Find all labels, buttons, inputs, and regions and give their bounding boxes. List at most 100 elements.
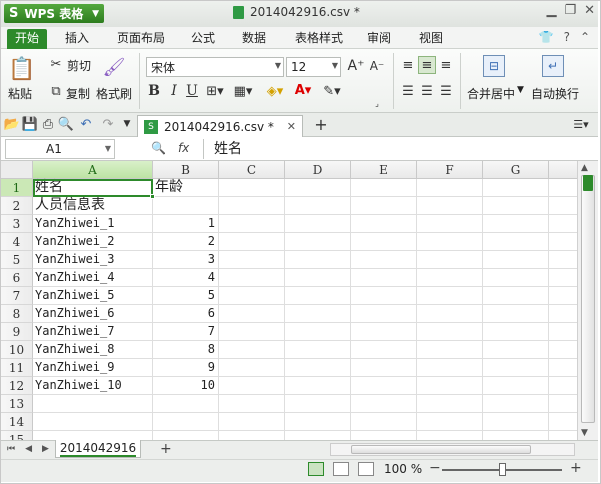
table-cell[interactable] <box>219 323 285 341</box>
tab-insert[interactable]: 插入 <box>57 29 97 49</box>
table-cell[interactable] <box>351 179 417 197</box>
table-cell[interactable]: YanZhiwei_4 <box>33 269 153 287</box>
table-cell[interactable] <box>351 233 417 251</box>
row-header[interactable]: 15 <box>1 431 33 440</box>
table-cell[interactable]: 5 <box>153 287 219 305</box>
table-cell[interactable] <box>285 287 351 305</box>
table-cell[interactable] <box>417 341 483 359</box>
row-header[interactable]: 12 <box>1 377 33 395</box>
horizontal-scrollbar[interactable] <box>330 443 575 456</box>
table-cell[interactable] <box>219 413 285 431</box>
wrap-text-icon[interactable]: ↵ <box>542 55 564 77</box>
copy-icon[interactable]: ⧉ <box>49 84 63 99</box>
table-cell[interactable] <box>33 413 153 431</box>
spreadsheet-grid[interactable]: A B C D E F G 1 姓名 年龄 2 人员信息表 3 YanZhiwei_1 1 4 YanZhiwe… <box>1 161 577 440</box>
table-cell[interactable]: YanZhiwei_9 <box>33 359 153 377</box>
table-cell[interactable] <box>285 395 351 413</box>
underline-button[interactable]: U <box>185 83 199 99</box>
tab-review[interactable]: 审阅 <box>359 29 399 49</box>
table-cell[interactable] <box>351 431 417 440</box>
table-cell[interactable]: 10 <box>153 377 219 395</box>
column-header-c[interactable]: C <box>219 161 285 179</box>
bold-button[interactable]: B <box>147 83 161 99</box>
table-cell[interactable] <box>417 233 483 251</box>
save-icon[interactable]: 💾 <box>22 117 38 132</box>
table-cell[interactable] <box>219 359 285 377</box>
name-box[interactable]: A1 ▼ <box>5 139 115 159</box>
formula-input[interactable]: 姓名 <box>203 139 597 159</box>
table-cell[interactable] <box>549 269 577 287</box>
table-cell[interactable] <box>483 215 549 233</box>
table-cell[interactable] <box>549 179 577 197</box>
table-cell[interactable] <box>549 395 577 413</box>
table-cell[interactable] <box>549 377 577 395</box>
row-header[interactable]: 9 <box>1 323 33 341</box>
table-cell[interactable] <box>285 305 351 323</box>
table-cell[interactable]: YanZhiwei_3 <box>33 251 153 269</box>
format-painter-icon[interactable]: 🖌 <box>103 55 126 79</box>
column-header-e[interactable]: E <box>351 161 417 179</box>
table-cell[interactable] <box>417 287 483 305</box>
table-cell[interactable] <box>285 323 351 341</box>
tab-formulas[interactable]: 公式 <box>183 29 223 49</box>
table-cell[interactable]: 人员信息表 <box>33 197 153 215</box>
table-cell[interactable] <box>285 269 351 287</box>
print-preview-icon[interactable]: 🔍 <box>58 117 74 132</box>
table-cell[interactable] <box>549 305 577 323</box>
table-cell[interactable] <box>351 251 417 269</box>
next-sheet-icon[interactable]: ▶ <box>42 444 49 454</box>
row-header[interactable]: 4 <box>1 233 33 251</box>
table-cell[interactable] <box>483 287 549 305</box>
tab-start[interactable]: 开始 <box>7 29 48 49</box>
table-cell[interactable] <box>351 215 417 233</box>
print-icon[interactable]: ⎙ <box>41 117 55 132</box>
table-cell[interactable] <box>351 413 417 431</box>
row-header[interactable]: 5 <box>1 251 33 269</box>
tab-data[interactable]: 数据 <box>234 29 274 49</box>
align-top-icon[interactable]: ≡ <box>399 57 417 73</box>
normal-view-icon[interactable] <box>308 462 324 476</box>
table-cell[interactable] <box>483 359 549 377</box>
row-header[interactable]: 10 <box>1 341 33 359</box>
table-cell[interactable] <box>417 179 483 197</box>
table-cell[interactable] <box>417 377 483 395</box>
table-cell[interactable] <box>285 341 351 359</box>
table-cell[interactable] <box>549 215 577 233</box>
table-cell[interactable] <box>549 251 577 269</box>
table-cell[interactable] <box>417 305 483 323</box>
table-cell[interactable] <box>417 197 483 215</box>
shrink-font-icon[interactable]: A⁻ <box>368 57 386 75</box>
split-handle[interactable] <box>583 175 593 191</box>
fill-color-icon[interactable]: ◈▾ <box>264 83 286 99</box>
table-cell[interactable] <box>417 431 483 440</box>
table-cell[interactable] <box>351 269 417 287</box>
column-header-d[interactable]: D <box>285 161 351 179</box>
table-cell[interactable]: 2 <box>153 233 219 251</box>
table-cell[interactable] <box>483 197 549 215</box>
column-header-a[interactable]: A <box>33 161 153 179</box>
scissors-icon[interactable]: ✂ <box>49 57 63 72</box>
table-cell[interactable] <box>219 197 285 215</box>
table-cell[interactable]: YanZhiwei_8 <box>33 341 153 359</box>
table-cell[interactable] <box>219 287 285 305</box>
table-cell[interactable] <box>153 413 219 431</box>
vertical-scroll-thumb[interactable] <box>581 175 595 423</box>
table-cell[interactable] <box>483 395 549 413</box>
table-cell[interactable]: 1 <box>153 215 219 233</box>
table-cell[interactable] <box>285 215 351 233</box>
table-cell[interactable] <box>285 359 351 377</box>
zoom-in-icon[interactable]: + <box>570 460 582 476</box>
add-sheet-button[interactable]: + <box>160 441 172 457</box>
font-name-select[interactable]: 宋体 ▼ <box>146 57 284 77</box>
table-cell[interactable]: 8 <box>153 341 219 359</box>
table-cell[interactable] <box>483 233 549 251</box>
first-sheet-icon[interactable]: ⏮ <box>7 444 15 454</box>
table-cell[interactable] <box>219 251 285 269</box>
zoom-formula-icon[interactable]: 🔍 <box>151 141 166 155</box>
table-cell[interactable] <box>153 395 219 413</box>
table-cell[interactable] <box>549 233 577 251</box>
table-cell[interactable]: YanZhiwei_1 <box>33 215 153 233</box>
tab-view[interactable]: 视图 <box>411 29 451 49</box>
zoom-out-icon[interactable]: − <box>429 460 441 476</box>
new-tab-icon[interactable]: + <box>313 115 329 134</box>
